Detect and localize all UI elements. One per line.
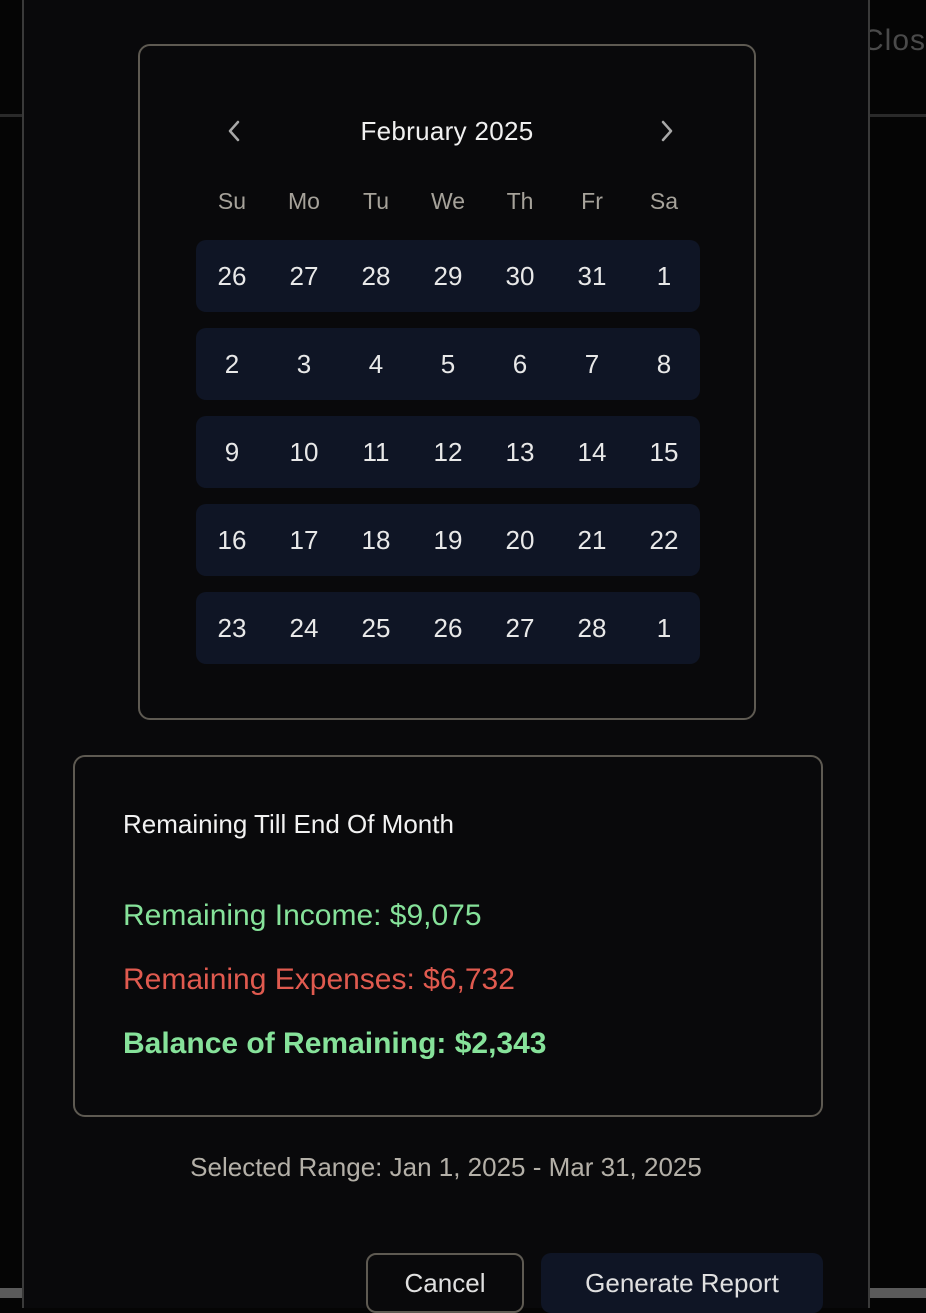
background-close-button[interactable]: Close <box>862 24 926 58</box>
calendar-day[interactable]: 13 <box>484 416 556 488</box>
remaining-income-text: Remaining Income: $9,075 <box>123 899 482 932</box>
calendar-day[interactable]: 19 <box>412 504 484 576</box>
report-modal: February 2025 Su Mo Tu We Th Fr Sa 26 27… <box>22 0 870 1313</box>
calendar-week-row: 9 10 11 12 13 14 15 <box>196 416 700 488</box>
calendar-day[interactable]: 28 <box>556 592 628 664</box>
calendar-day[interactable]: 5 <box>412 328 484 400</box>
calendar-day[interactable]: 1 <box>628 592 700 664</box>
calendar-day[interactable]: 26 <box>196 240 268 312</box>
summary-title: Remaining Till End Of Month <box>123 809 454 839</box>
balance-remaining-text: Balance of Remaining: $2,343 <box>123 1027 547 1060</box>
calendar-day[interactable]: 6 <box>484 328 556 400</box>
calendar-day[interactable]: 7 <box>556 328 628 400</box>
calendar-day[interactable]: 29 <box>412 240 484 312</box>
calendar-day[interactable]: 17 <box>268 504 340 576</box>
calendar-grid: 26 27 28 29 30 31 1 2 3 4 5 6 7 8 9 10 1… <box>196 240 700 680</box>
weekday-header-row: Su Mo Tu We Th Fr Sa <box>196 188 700 215</box>
calendar-day[interactable]: 10 <box>268 416 340 488</box>
calendar-day[interactable]: 12 <box>412 416 484 488</box>
weekday-label: We <box>430 188 466 214</box>
calendar-day[interactable]: 8 <box>628 328 700 400</box>
remaining-summary-card: Remaining Till End Of Month Remaining In… <box>73 755 823 1117</box>
calendar-day[interactable]: 30 <box>484 240 556 312</box>
calendar-day[interactable]: 28 <box>340 240 412 312</box>
calendar-week-row: 23 24 25 26 27 28 1 <box>196 592 700 664</box>
weekday-label: Sa <box>649 188 679 214</box>
calendar-day[interactable]: 20 <box>484 504 556 576</box>
chevron-right-icon <box>655 116 677 146</box>
weekday-label: Su <box>217 188 247 214</box>
weekday-label: Fr <box>581 188 603 214</box>
calendar-day[interactable]: 18 <box>340 504 412 576</box>
calendar-week-row: 16 17 18 19 20 21 22 <box>196 504 700 576</box>
calendar-day[interactable]: 4 <box>340 328 412 400</box>
generate-report-button[interactable]: Generate Report <box>541 1253 823 1313</box>
selected-range-text: Selected Range: Jan 1, 2025 - Mar 31, 20… <box>190 1152 702 1182</box>
calendar-day[interactable]: 21 <box>556 504 628 576</box>
calendar-day[interactable]: 25 <box>340 592 412 664</box>
calendar-week-row: 2 3 4 5 6 7 8 <box>196 328 700 400</box>
calendar-day[interactable]: 27 <box>268 240 340 312</box>
calendar-day[interactable]: 26 <box>412 592 484 664</box>
calendar-day[interactable]: 14 <box>556 416 628 488</box>
calendar-day[interactable]: 24 <box>268 592 340 664</box>
weekday-label: Mo <box>288 188 320 214</box>
calendar-day[interactable]: 15 <box>628 416 700 488</box>
cancel-button[interactable]: Cancel <box>366 1253 524 1313</box>
weekday-label: Th <box>506 188 534 214</box>
calendar-day[interactable]: 9 <box>196 416 268 488</box>
calendar-day[interactable]: 1 <box>628 240 700 312</box>
calendar-day[interactable]: 23 <box>196 592 268 664</box>
calendar-day[interactable]: 11 <box>340 416 412 488</box>
next-month-button[interactable] <box>655 116 677 146</box>
weekday-label: Tu <box>363 188 389 214</box>
remaining-expenses-text: Remaining Expenses: $6,732 <box>123 963 515 996</box>
calendar-day[interactable]: 27 <box>484 592 556 664</box>
date-range-calendar: February 2025 Su Mo Tu We Th Fr Sa 26 27… <box>138 44 756 720</box>
calendar-day[interactable]: 31 <box>556 240 628 312</box>
calendar-day[interactable]: 22 <box>628 504 700 576</box>
calendar-day[interactable]: 3 <box>268 328 340 400</box>
calendar-week-row: 26 27 28 29 30 31 1 <box>196 240 700 312</box>
calendar-day[interactable]: 2 <box>196 328 268 400</box>
calendar-day[interactable]: 16 <box>196 504 268 576</box>
